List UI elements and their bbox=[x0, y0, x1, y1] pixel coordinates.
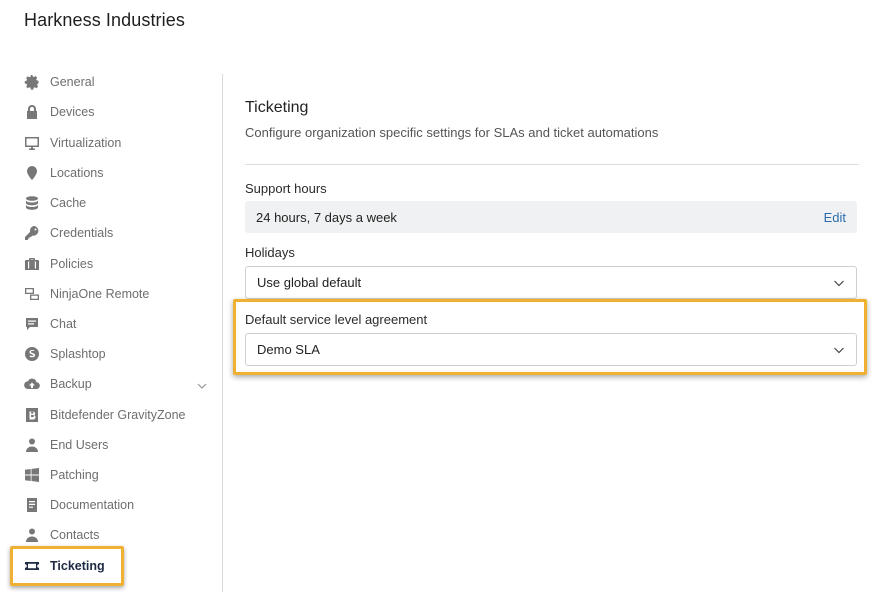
database-icon bbox=[24, 195, 40, 211]
sidebar-item-label: Locations bbox=[50, 166, 104, 180]
ticket-icon bbox=[24, 558, 40, 574]
sidebar-divider bbox=[222, 74, 223, 592]
windows-icon bbox=[24, 467, 40, 483]
map-pin-icon bbox=[24, 165, 40, 181]
sidebar-item-documentation[interactable]: Documentation bbox=[24, 493, 134, 517]
sidebar-item-bitdefender-gravityzone[interactable]: Bitdefender GravityZone bbox=[24, 403, 186, 427]
splashtop-icon bbox=[24, 346, 40, 362]
sidebar-item-credentials[interactable]: Credentials bbox=[24, 221, 113, 245]
document-icon bbox=[24, 497, 40, 513]
user-icon bbox=[24, 437, 40, 453]
sidebar-item-backup[interactable]: Backup bbox=[24, 372, 92, 396]
page-description: Configure organization specific settings… bbox=[245, 125, 659, 140]
sidebar-item-label: Virtualization bbox=[50, 136, 122, 150]
sidebar-item-devices[interactable]: Devices bbox=[24, 100, 94, 124]
page-title: Ticketing bbox=[245, 99, 309, 116]
sidebar-item-label: Policies bbox=[50, 257, 94, 271]
sidebar-item-label: Contacts bbox=[50, 528, 100, 542]
sidebar-item-end-users[interactable]: End Users bbox=[24, 433, 108, 457]
sidebar-item-label: General bbox=[50, 75, 95, 89]
support-hours-value: 24 hours, 7 days a week bbox=[256, 209, 397, 225]
sla-selected-value: Demo SLA bbox=[257, 342, 320, 357]
sidebar-item-label: Devices bbox=[50, 105, 95, 119]
sidebar-item-label: Credentials bbox=[50, 226, 114, 240]
chevron-down-icon bbox=[834, 280, 844, 286]
contact-icon bbox=[24, 527, 40, 543]
sidebar-item-general[interactable]: General bbox=[24, 70, 94, 94]
sidebar-item-label: Ticketing bbox=[50, 559, 105, 573]
sidebar-item-policies[interactable]: Policies bbox=[24, 252, 93, 276]
sidebar-item-locations[interactable]: Locations bbox=[24, 161, 104, 185]
holidays-label: Holidays bbox=[245, 245, 295, 260]
sidebar-item-ticketing[interactable]: Ticketing bbox=[24, 554, 105, 578]
remote-screens-icon bbox=[24, 286, 40, 302]
sidebar-item-label: Bitdefender GravityZone bbox=[50, 408, 186, 422]
support-hours-label: Support hours bbox=[245, 181, 327, 196]
cloud-upload-icon bbox=[24, 376, 40, 392]
sidebar-item-label: Patching bbox=[50, 468, 99, 482]
chevron-down-icon bbox=[834, 347, 844, 353]
section-divider bbox=[245, 164, 859, 165]
sidebar-item-label: Backup bbox=[50, 377, 92, 391]
chat-icon bbox=[24, 316, 40, 332]
bitdefender-icon bbox=[24, 407, 40, 423]
sla-select[interactable]: Demo SLA bbox=[245, 333, 857, 366]
sla-label: Default service level agreement bbox=[245, 312, 428, 327]
support-hours-field: 24 hours, 7 days a week Edit bbox=[245, 201, 857, 233]
organization-title: Harkness Industries bbox=[24, 10, 185, 30]
sidebar-item-label: Documentation bbox=[50, 498, 135, 512]
edit-support-hours-link[interactable]: Edit bbox=[824, 210, 846, 225]
briefcase-icon bbox=[24, 256, 40, 272]
monitor-icon bbox=[24, 135, 40, 151]
key-icon bbox=[24, 225, 40, 241]
sidebar-item-virtualization[interactable]: Virtualization bbox=[24, 131, 121, 155]
sidebar-item-cache[interactable]: Cache bbox=[24, 191, 86, 215]
gear-icon bbox=[24, 74, 40, 90]
sidebar-item-chat[interactable]: Chat bbox=[24, 312, 76, 336]
holidays-selected-value: Use global default bbox=[257, 275, 362, 290]
holidays-select[interactable]: Use global default bbox=[245, 266, 857, 299]
sidebar-item-label: NinjaOne Remote bbox=[50, 287, 150, 301]
sidebar-item-label: Chat bbox=[50, 317, 77, 331]
sidebar-item-splashtop[interactable]: Splashtop bbox=[24, 342, 106, 366]
sidebar-item-ninjaone-remote[interactable]: NinjaOne Remote bbox=[24, 282, 149, 306]
sidebar-item-label: Cache bbox=[50, 196, 87, 210]
chevron-down-icon[interactable] bbox=[196, 380, 208, 392]
sidebar-item-label: End Users bbox=[50, 438, 109, 452]
sidebar-item-label: Splashtop bbox=[50, 347, 106, 361]
sidebar-item-contacts[interactable]: Contacts bbox=[24, 523, 99, 547]
lock-icon bbox=[24, 104, 40, 120]
sidebar-item-patching[interactable]: Patching bbox=[24, 463, 99, 487]
